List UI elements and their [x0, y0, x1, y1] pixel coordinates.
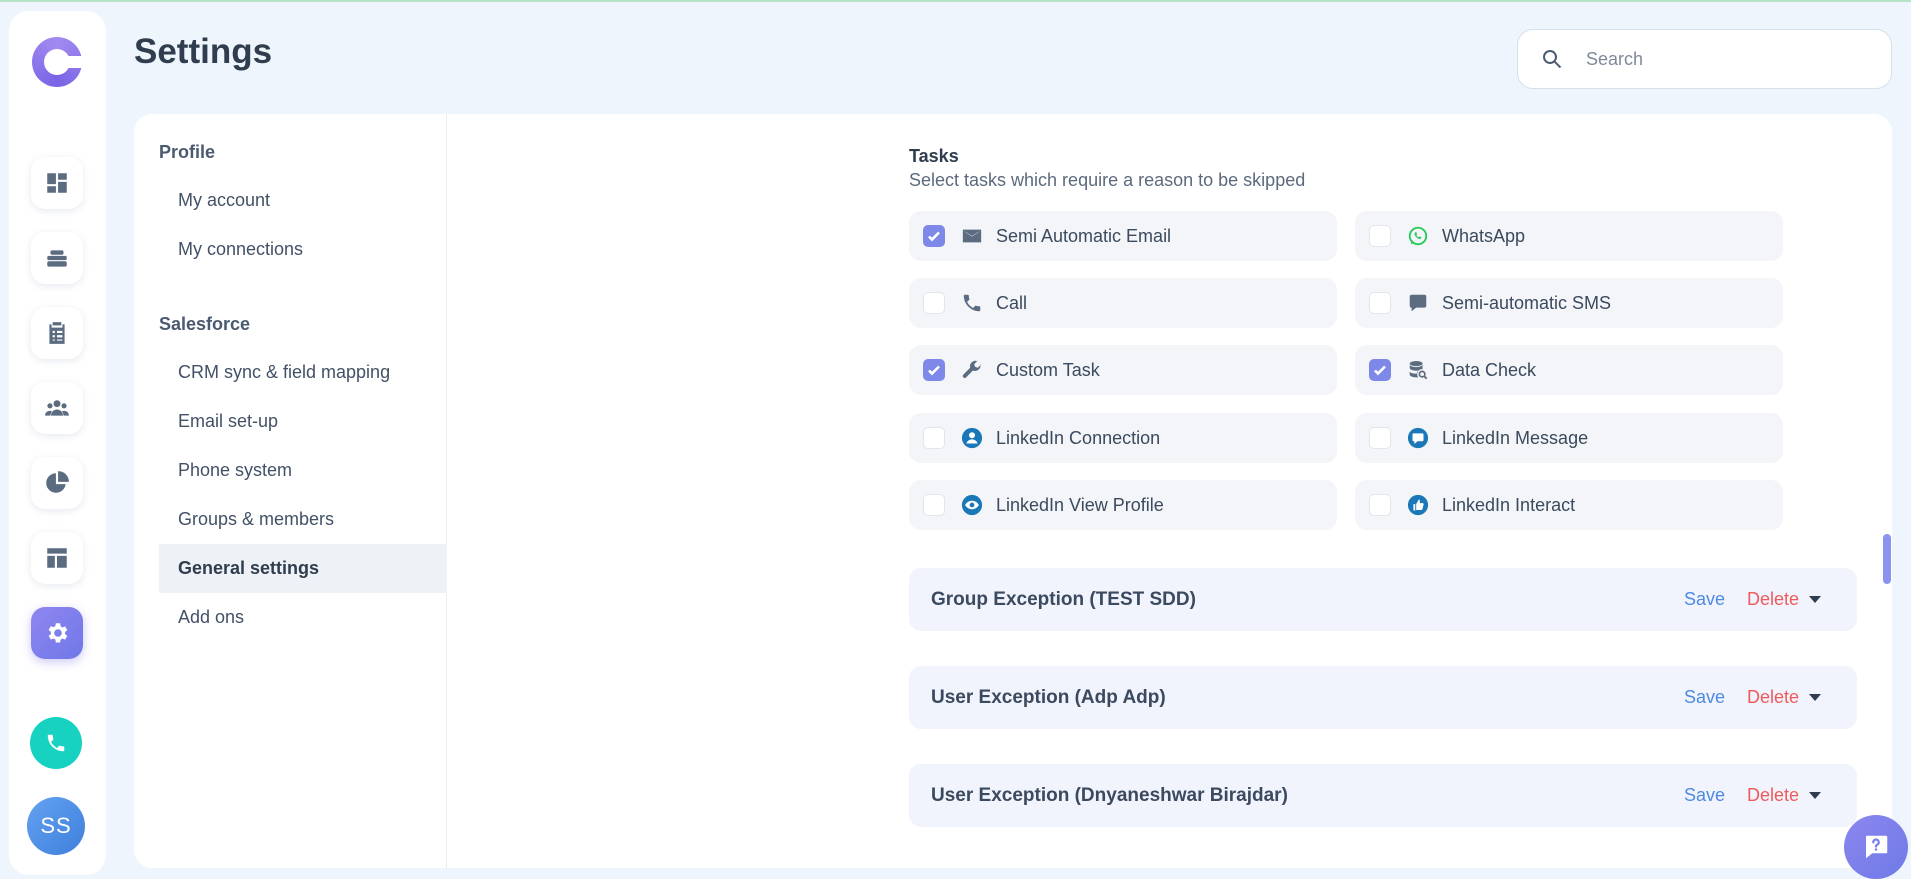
nav-item-crm-sync[interactable]: CRM sync & field mapping: [159, 348, 447, 397]
task-label: Call: [996, 292, 1028, 313]
task-checkbox[interactable]: [923, 359, 945, 381]
task-label: LinkedIn Message: [1442, 427, 1589, 448]
nav-item-general-settings[interactable]: General settings: [159, 544, 447, 593]
search-input[interactable]: [1586, 48, 1856, 70]
nav-section-profile: Profile: [159, 142, 216, 162]
task-label: WhatsApp: [1442, 225, 1526, 246]
task-data-check[interactable]: Data Check: [1355, 345, 1783, 395]
people-icon[interactable]: [31, 382, 83, 434]
check-icon: [928, 365, 940, 376]
left-rail: SS: [9, 11, 106, 875]
task-label: Custom Task: [996, 359, 1100, 380]
delete-button[interactable]: Delete: [1747, 785, 1799, 806]
task-linkedin-view-profile[interactable]: LinkedIn View Profile: [909, 480, 1337, 530]
check-icon: [1374, 365, 1386, 376]
help-chat-icon: [1866, 835, 1888, 859]
nav-item-groups-members[interactable]: Groups & members: [159, 495, 447, 544]
sms-icon: [1406, 291, 1430, 315]
nav-item-my-account[interactable]: My account: [159, 176, 447, 225]
task-linkedin-message[interactable]: LinkedIn Message: [1355, 413, 1783, 463]
nav-section-salesforce: Salesforce: [159, 314, 251, 334]
layout-icon[interactable]: [31, 532, 83, 584]
task-checkbox[interactable]: [1369, 359, 1391, 381]
linkedin-eye-icon: [960, 493, 984, 517]
save-button[interactable]: Save: [1684, 687, 1725, 708]
nav-item-email-setup[interactable]: Email set-up: [159, 397, 447, 446]
exception-row[interactable]: Group Exception (TEST SDD) Save Delete: [909, 568, 1857, 631]
save-button[interactable]: Save: [1684, 589, 1725, 610]
linkedin-thumbs-up-icon: [1406, 493, 1430, 517]
settings-card: Profile My account My connections Salesf…: [134, 114, 1892, 868]
task-checkbox[interactable]: [1369, 494, 1391, 516]
phone-icon: [47, 734, 65, 752]
phone-icon: [960, 291, 984, 315]
gear-icon[interactable]: [31, 607, 83, 659]
page-title: Settings: [134, 32, 273, 71]
dashboard-icon[interactable]: [31, 157, 83, 209]
nav-item-phone-system[interactable]: Phone system: [159, 446, 447, 495]
task-semi-automatic-sms[interactable]: Semi-automatic SMS: [1355, 278, 1783, 328]
tasks-title: Tasks: [909, 146, 959, 166]
exception-row[interactable]: User Exception (Dnyaneshwar Birajdar) Sa…: [909, 764, 1857, 827]
task-label: LinkedIn Connection: [996, 427, 1161, 448]
nav-item-add-ons[interactable]: Add ons: [159, 593, 447, 642]
task-checkbox[interactable]: [923, 494, 945, 516]
task-linkedin-connection[interactable]: LinkedIn Connection: [909, 413, 1337, 463]
linkedin-user-icon: [960, 426, 984, 450]
help-chat-button[interactable]: [1844, 815, 1908, 879]
layers-icon[interactable]: [31, 232, 83, 284]
task-checkbox[interactable]: [923, 292, 945, 314]
task-label: LinkedIn View Profile: [996, 494, 1164, 515]
task-checkbox[interactable]: [923, 225, 945, 247]
task-label: LinkedIn Interact: [1442, 494, 1576, 515]
linkedin-message-icon: [1406, 426, 1430, 450]
chevron-down-icon[interactable]: [1809, 792, 1821, 799]
check-icon: [928, 231, 940, 242]
task-whatsapp[interactable]: WhatsApp: [1355, 211, 1783, 261]
tasks-subtitle: Select tasks which require a reason to b…: [909, 170, 1306, 190]
exception-title: User Exception (Dnyaneshwar Birajdar): [931, 784, 1288, 806]
clipboard-icon[interactable]: [31, 307, 83, 359]
whatsapp-icon: [1406, 224, 1430, 248]
delete-button[interactable]: Delete: [1747, 687, 1799, 708]
general-settings-content: Tasks Select tasks which require a reaso…: [909, 114, 1859, 868]
task-checkbox[interactable]: [1369, 292, 1391, 314]
task-custom-task[interactable]: Custom Task: [909, 345, 1337, 395]
nav-item-my-connections[interactable]: My connections: [159, 225, 447, 274]
task-call[interactable]: Call: [909, 278, 1337, 328]
exception-actions: Save Delete: [1684, 666, 1821, 729]
exception-title: Group Exception (TEST SDD): [931, 588, 1196, 610]
delete-button[interactable]: Delete: [1747, 589, 1799, 610]
pie-chart-icon[interactable]: [31, 457, 83, 509]
wrench-icon: [960, 358, 984, 382]
task-checkbox[interactable]: [923, 427, 945, 449]
chevron-down-icon[interactable]: [1809, 596, 1821, 603]
task-checkbox[interactable]: [1369, 225, 1391, 247]
task-label: Semi Automatic Email: [996, 225, 1172, 246]
avatar[interactable]: SS: [27, 797, 85, 855]
scrollbar-thumb[interactable]: [1883, 534, 1891, 584]
app-logo-icon[interactable]: [32, 37, 84, 87]
chevron-down-icon[interactable]: [1809, 694, 1821, 701]
task-linkedin-interact[interactable]: LinkedIn Interact: [1355, 480, 1783, 530]
email-icon: [960, 224, 984, 248]
task-semi-automatic-email[interactable]: Semi Automatic Email: [909, 211, 1337, 261]
exception-actions: Save Delete: [1684, 764, 1821, 827]
search-icon: [1543, 50, 1562, 69]
settings-subnav: Profile My account My connections Salesf…: [134, 114, 447, 868]
exception-row[interactable]: User Exception (Adp Adp) Save Delete: [909, 666, 1857, 729]
task-checkbox[interactable]: [1369, 427, 1391, 449]
task-label: Data Check: [1442, 359, 1537, 380]
task-label: Semi-automatic SMS: [1442, 292, 1612, 313]
exception-title: User Exception (Adp Adp): [931, 686, 1166, 708]
phone-dialer-button[interactable]: [30, 717, 82, 769]
exception-actions: Save Delete: [1684, 568, 1821, 631]
save-button[interactable]: Save: [1684, 785, 1725, 806]
database-search-icon: [1406, 358, 1430, 382]
search-box[interactable]: [1517, 29, 1892, 89]
